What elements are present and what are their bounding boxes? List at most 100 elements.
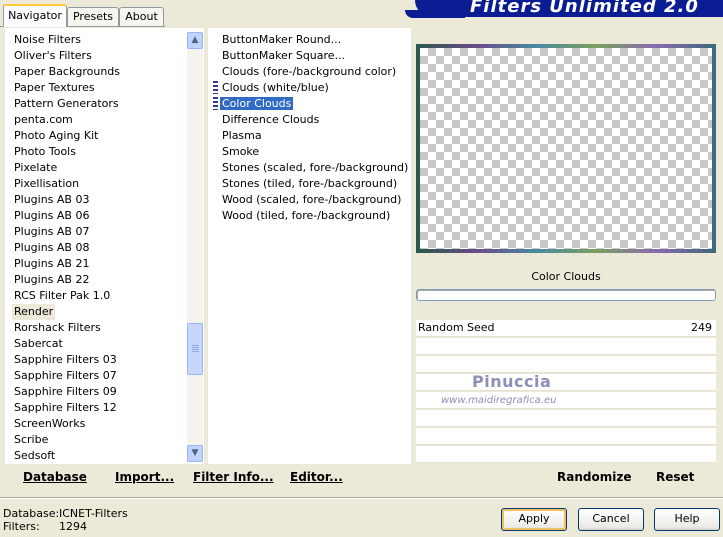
filter-item[interactable]: Clouds (fore-/background color)	[222, 64, 408, 80]
category-item[interactable]: RCS Filter Pak 1.0	[14, 288, 120, 304]
filter-item-label: Stones (scaled, fore-/background)	[222, 161, 409, 174]
param-label: Random Seed	[418, 321, 495, 334]
category-item-label: RCS Filter Pak 1.0	[14, 289, 111, 302]
tab-presets[interactable]: Presets	[67, 7, 119, 27]
category-item[interactable]: Plugins AB 22	[14, 272, 120, 288]
category-item[interactable]: penta.com	[14, 112, 120, 128]
category-item[interactable]: Render	[12, 304, 120, 320]
category-item[interactable]: Photo Tools	[14, 144, 120, 160]
filter-info-button[interactable]: Filter Info...	[193, 470, 274, 484]
filter-item[interactable]: Wood (scaled, fore-/background)	[222, 192, 408, 208]
cancel-button[interactable]: Cancel	[578, 508, 644, 531]
help-button[interactable]: Help	[654, 508, 720, 531]
import-button[interactable]: Import...	[115, 470, 174, 484]
status-filters: Filters: 1294	[3, 520, 87, 533]
category-item[interactable]: Sedsoft	[14, 448, 120, 464]
tab-about[interactable]: About	[119, 7, 164, 27]
category-item[interactable]: Pixelate	[14, 160, 120, 176]
favorite-marker-icon	[213, 97, 218, 110]
filter-item[interactable]: Stones (tiled, fore-/background)	[222, 176, 408, 192]
category-item[interactable]: Sabercat	[14, 336, 120, 352]
editor-button[interactable]: Editor...	[290, 470, 343, 484]
status-filters-label: Filters:	[3, 520, 40, 533]
filter-list-panel: ButtonMaker Round... ButtonMaker Square..…	[208, 28, 411, 464]
chevron-down-icon: ▼	[191, 448, 199, 458]
category-scrollbar[interactable]: ▲ ▼	[187, 32, 203, 462]
category-item[interactable]: Sapphire Filters 03	[14, 352, 120, 368]
filter-item[interactable]: Clouds (white/blue)	[213, 80, 408, 96]
filter-item-label: Difference Clouds	[222, 113, 320, 126]
category-item-label: Pixelate	[14, 161, 58, 174]
filter-item[interactable]: Wood (tiled, fore-/background)	[222, 208, 408, 224]
progress-bar	[416, 289, 716, 301]
category-item-label: Sedsoft	[14, 449, 56, 462]
preview-canvas	[420, 48, 712, 249]
category-item[interactable]: Pattern Generators	[14, 96, 120, 112]
category-item[interactable]: Noise Filters	[14, 32, 120, 48]
category-item[interactable]: Sapphire Filters 12	[14, 400, 120, 416]
category-item[interactable]: Sapphire Filters 07	[14, 368, 120, 384]
category-list: Noise Filters Oliver's Filters Paper Backg…	[12, 32, 120, 464]
category-item-label: Photo Tools	[14, 145, 76, 158]
scroll-down-button[interactable]: ▼	[187, 445, 203, 462]
param-row-empty	[416, 446, 716, 463]
watermark-title: Pinuccia	[472, 372, 552, 391]
reset-button[interactable]: Reset	[656, 470, 694, 484]
category-item[interactable]: Rorshack Filters	[14, 320, 120, 336]
category-item[interactable]: ScreenWorks	[14, 416, 120, 432]
preview-frame	[416, 44, 716, 253]
category-item[interactable]: Photo Aging Kit	[14, 128, 120, 144]
category-list-panel: Noise Filters Oliver's Filters Paper Backg…	[5, 28, 205, 464]
category-item[interactable]: Pixellisation	[14, 176, 120, 192]
category-item[interactable]: Plugins AB 03	[14, 192, 120, 208]
category-item-label: Plugins AB 21	[14, 257, 90, 270]
category-item-label: Render	[12, 304, 56, 320]
favorite-marker-icon	[213, 81, 218, 94]
randomize-button[interactable]: Randomize	[557, 470, 631, 484]
category-item-label: Pattern Generators	[14, 97, 119, 110]
filter-item[interactable]: Stones (scaled, fore-/background)	[222, 160, 408, 176]
tab-navigator[interactable]: Navigator	[3, 4, 67, 27]
category-item[interactable]: Oliver's Filters	[14, 48, 120, 64]
grip-icon	[192, 345, 199, 352]
filter-item[interactable]: ButtonMaker Square...	[222, 48, 408, 64]
category-item-label: Paper Textures	[14, 81, 95, 94]
category-item-label: Plugins AB 07	[14, 225, 90, 238]
category-item-label: Photo Aging Kit	[14, 129, 99, 142]
category-item-label: Plugins AB 06	[14, 209, 90, 222]
filter-item[interactable]: Plasma	[222, 128, 408, 144]
watermark-url: www.maidiregrafica.eu	[441, 395, 557, 406]
filter-item-label: Clouds (fore-/background color)	[222, 65, 397, 78]
filter-item-label: ButtonMaker Square...	[222, 49, 346, 62]
filter-item-label: ButtonMaker Round...	[222, 33, 342, 46]
filter-item[interactable]: Difference Clouds	[222, 112, 408, 128]
param-value[interactable]: 249	[691, 321, 712, 334]
category-item-label: Plugins AB 03	[14, 193, 90, 206]
filter-item[interactable]: ButtonMaker Round...	[222, 32, 408, 48]
param-row-empty	[416, 374, 716, 391]
category-item[interactable]: Plugins AB 21	[14, 256, 120, 272]
category-item-label: Paper Backgrounds	[14, 65, 121, 78]
param-row-empty	[416, 428, 716, 445]
category-item-label: Sapphire Filters 07	[14, 369, 117, 382]
category-item[interactable]: Paper Backgrounds	[14, 64, 120, 80]
param-row-random-seed[interactable]: Random Seed 249	[416, 320, 716, 337]
category-item[interactable]: Plugins AB 06	[14, 208, 120, 224]
apply-button[interactable]: Apply	[501, 508, 567, 531]
status-database: Database:ICNET-Filters	[3, 507, 128, 520]
category-item[interactable]: Sapphire Filters 09	[14, 384, 120, 400]
divider-highlight	[0, 498, 723, 499]
selected-filter-name: Color Clouds	[531, 270, 601, 283]
database-button[interactable]: Database	[23, 470, 87, 484]
scroll-thumb[interactable]	[187, 323, 203, 375]
category-item[interactable]: Scribe	[14, 432, 120, 448]
filter-item[interactable]: Smoke	[222, 144, 408, 160]
scroll-up-button[interactable]: ▲	[187, 32, 203, 49]
filter-item[interactable]: Color Clouds	[213, 96, 408, 112]
category-item[interactable]: Plugins AB 07	[14, 224, 120, 240]
parameter-area: Random Seed 249	[416, 320, 716, 463]
param-row-empty	[416, 410, 716, 427]
category-item[interactable]: Plugins AB 08	[14, 240, 120, 256]
param-row-empty	[416, 338, 716, 355]
category-item[interactable]: Paper Textures	[14, 80, 120, 96]
